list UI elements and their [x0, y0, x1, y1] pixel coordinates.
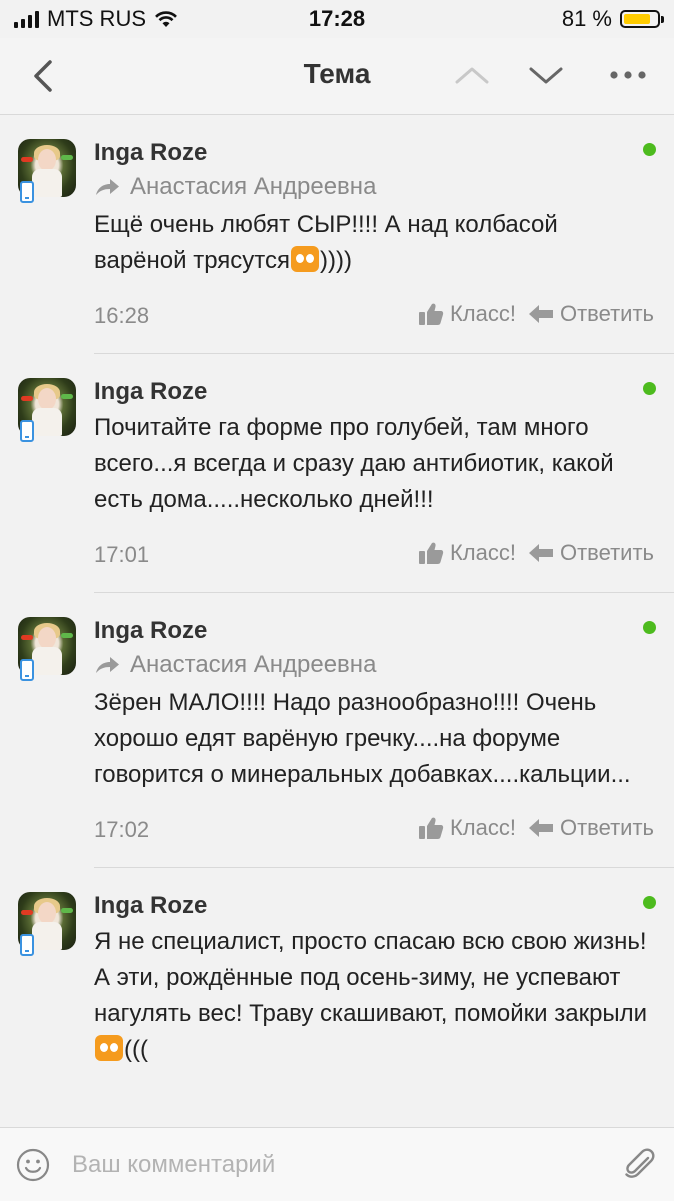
reply-label: Ответить [559, 301, 654, 326]
reply-button[interactable]: Ответить [528, 301, 654, 327]
comment-item: Inga Roze Почитайте га форме про голубей… [0, 354, 674, 593]
like-label: Класс! [449, 815, 516, 840]
comment-composer [0, 1127, 674, 1201]
like-label: Класс! [449, 301, 516, 326]
paperclip-icon[interactable] [622, 1146, 658, 1182]
comment-input[interactable] [70, 1144, 614, 1186]
comment-text: Зёрен МАЛО!!!! Надо разнообразно!!!! Оче… [94, 689, 631, 788]
thumbs-up-icon [418, 817, 444, 839]
reply-to-name: Анастасия Андреевна [130, 173, 377, 200]
reply-icon [528, 544, 553, 562]
comment-item: Inga Roze Анастасия Андреевна Ещё очень … [0, 115, 674, 354]
reply-label: Ответить [559, 815, 654, 840]
reply-arrow-icon [96, 179, 119, 195]
battery-group: 81 % [561, 6, 664, 32]
comment-meta: 17:02 Класс! Ответить [94, 811, 654, 855]
battery-percent: 81 % [561, 6, 612, 31]
chevron-up-icon[interactable] [452, 60, 492, 90]
mobile-icon [20, 659, 34, 681]
comment-author[interactable]: Inga Roze [94, 890, 654, 922]
mobile-icon [20, 420, 34, 442]
reply-to-name: Анастасия Андреевна [130, 651, 377, 678]
reply-button[interactable]: Ответить [528, 815, 654, 841]
comment-item: Inga Roze Я не специалист, просто спасаю… [0, 868, 674, 1068]
comment-item: Inga Roze Анастасия Андреевна Зёрен МАЛО… [0, 593, 674, 868]
comment-text-part: ((( [124, 1036, 148, 1063]
comment-time: 17:02 [94, 817, 150, 842]
comment-text: Я не специалист, просто спасаю всю свою … [94, 924, 654, 1068]
comment-author[interactable]: Inga Roze [94, 615, 654, 647]
comment-meta: 16:28 Класс! Ответить [94, 297, 654, 341]
comment-text-part: )))) [319, 247, 352, 274]
more-horizontal-icon[interactable] [606, 60, 650, 90]
reply-to-line[interactable]: Анастасия Андреевна [94, 647, 654, 683]
comment-author[interactable]: Inga Roze [94, 376, 654, 408]
comment-text: Почитайте га форме про голубей, там мног… [94, 414, 614, 513]
smile-icon[interactable] [16, 1148, 50, 1182]
like-button[interactable]: Класс! [418, 301, 516, 327]
chevron-down-icon[interactable] [526, 60, 566, 90]
comment-time: 17:01 [94, 542, 150, 567]
reply-icon [528, 819, 553, 837]
comment-text: Ещё очень любят СЫР!!!! А над колбасой в… [94, 207, 654, 279]
comment-meta: 17:01 Класс! Ответить [94, 536, 654, 580]
navigation-bar: Тема [0, 38, 674, 115]
reply-icon [528, 305, 553, 323]
online-status-icon [643, 621, 656, 634]
online-status-icon [643, 143, 656, 156]
reply-button[interactable]: Ответить [528, 540, 654, 566]
thumbs-up-icon [418, 542, 444, 564]
comment-time: 16:28 [94, 303, 150, 328]
like-button[interactable]: Класс! [418, 540, 516, 566]
reply-to-line[interactable]: Анастасия Андреевна [94, 169, 654, 205]
page-title: Тема [303, 58, 371, 89]
sad-emoji-icon [95, 1035, 123, 1061]
status-bar: MTS RUS 17:28 81 % [0, 0, 674, 38]
comments-list[interactable]: Inga Roze Анастасия Андреевна Ещё очень … [0, 115, 674, 1127]
thumbs-up-icon [418, 303, 444, 325]
reply-label: Ответить [559, 540, 654, 565]
mobile-icon [20, 934, 34, 956]
online-status-icon [643, 382, 656, 395]
surprised-emoji-icon [290, 246, 319, 272]
like-label: Класс! [449, 540, 516, 565]
comment-author[interactable]: Inga Roze [94, 137, 654, 169]
battery-icon [620, 10, 664, 28]
online-status-icon [643, 896, 656, 909]
comment-text-part: Я не специалист, просто спасаю всю свою … [94, 928, 648, 1027]
like-button[interactable]: Класс! [418, 815, 516, 841]
reply-arrow-icon [96, 657, 119, 673]
mobile-icon [20, 181, 34, 203]
battery-level-fill [624, 14, 650, 24]
